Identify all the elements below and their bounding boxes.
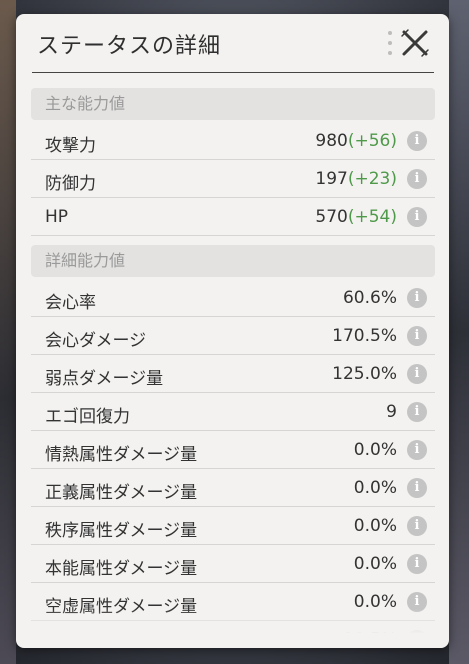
- vertical-dots-icon: [388, 31, 392, 55]
- stats-list[interactable]: 主な能力値 攻撃力 980(+56) i 防御力 197(+23) i HP 570(+54)…: [31, 88, 435, 633]
- section-header-detail-stats: 詳細能力値: [31, 245, 435, 277]
- header-divider: [32, 72, 434, 73]
- stat-value: 60.6%: [342, 288, 397, 308]
- stat-row: 防御力 197(+23) i: [31, 160, 435, 198]
- stat-value-group: 9: [386, 402, 397, 422]
- stat-value: 980: [315, 131, 348, 151]
- stat-value: 125.0%: [332, 364, 397, 384]
- stat-value: 9: [386, 402, 397, 422]
- stat-label: 会心率: [45, 293, 96, 313]
- info-icon[interactable]: i: [407, 516, 427, 536]
- stat-value: 197: [315, 169, 348, 189]
- stat-value: 0.0%: [353, 516, 397, 536]
- stat-value: 170.5%: [332, 326, 397, 346]
- background-right: [449, 0, 469, 664]
- stat-value-group: 60.6%: [343, 288, 397, 308]
- stat-row: 本能属性ダメージ量 0.0% i: [31, 545, 435, 583]
- stat-value-group: 0.0%: [354, 440, 397, 460]
- scroll-fade: [31, 609, 435, 633]
- stat-row: 弱点ダメージ量 125.0% i: [31, 355, 435, 393]
- stat-row: 攻撃力 980(+56) i: [31, 122, 435, 160]
- info-icon[interactable]: i: [407, 326, 427, 346]
- stat-value-group: 570(+54): [315, 207, 397, 227]
- stat-row: 秩序属性ダメージ量 0.0% i: [31, 507, 435, 545]
- stat-value-group: 170.5%: [332, 326, 397, 346]
- stat-value-group: 0.0%: [354, 478, 397, 498]
- stat-label: 正義属性ダメージ量: [45, 483, 198, 503]
- stat-label: 会心ダメージ: [45, 331, 147, 351]
- stat-value-group: 0.0%: [354, 516, 397, 536]
- info-icon[interactable]: i: [407, 131, 427, 151]
- dialog-title: ステータスの詳細: [37, 34, 222, 59]
- stat-bonus: (+23): [347, 169, 397, 189]
- stat-label: 攻撃力: [45, 136, 96, 156]
- info-icon[interactable]: i: [407, 440, 427, 460]
- info-icon[interactable]: i: [407, 207, 427, 227]
- stat-label: 情熱属性ダメージ量: [45, 445, 198, 465]
- stat-label: エゴ回復力: [45, 407, 130, 427]
- stat-value-group: 980(+56): [315, 131, 397, 151]
- info-icon[interactable]: i: [407, 402, 427, 422]
- stat-value: 0.0%: [353, 478, 397, 498]
- stat-value: 570: [315, 207, 348, 227]
- stat-value-group: 125.0%: [332, 364, 397, 384]
- stat-value-group: 197(+23): [315, 169, 397, 189]
- stat-label: HP: [45, 207, 69, 227]
- stat-value: 0.0%: [353, 554, 397, 574]
- stat-row: HP 570(+54) i: [31, 198, 435, 236]
- stat-label: 秩序属性ダメージ量: [45, 521, 198, 541]
- background-left: [0, 0, 16, 664]
- dialog-header: ステータスの詳細: [16, 14, 449, 73]
- stat-row: 会心ダメージ 170.5% i: [31, 317, 435, 355]
- section-header-main-stats: 主な能力値: [31, 88, 435, 120]
- close-icon[interactable]: [399, 27, 431, 59]
- stat-bonus: (+54): [347, 207, 397, 227]
- stat-row: エゴ回復力 9 i: [31, 393, 435, 431]
- stat-label: 防御力: [45, 174, 96, 194]
- info-icon[interactable]: i: [407, 478, 427, 498]
- stat-row: 会心率 60.6% i: [31, 279, 435, 317]
- info-icon[interactable]: i: [407, 169, 427, 189]
- info-icon[interactable]: i: [407, 364, 427, 384]
- stat-label: 弱点ダメージ量: [45, 369, 164, 389]
- status-detail-dialog: ステータスの詳細 主な能力値 攻撃力 980(+56) i 防御力 197(+23) i H…: [16, 14, 449, 648]
- info-icon[interactable]: i: [407, 288, 427, 308]
- stat-bonus: (+56): [347, 131, 397, 151]
- stat-value: 0.0%: [353, 440, 397, 460]
- info-icon[interactable]: i: [407, 554, 427, 574]
- stat-label: 本能属性ダメージ量: [45, 559, 198, 579]
- stat-row: 情熱属性ダメージ量 0.0% i: [31, 431, 435, 469]
- stat-row: 正義属性ダメージ量 0.0% i: [31, 469, 435, 507]
- stat-value-group: 0.0%: [354, 554, 397, 574]
